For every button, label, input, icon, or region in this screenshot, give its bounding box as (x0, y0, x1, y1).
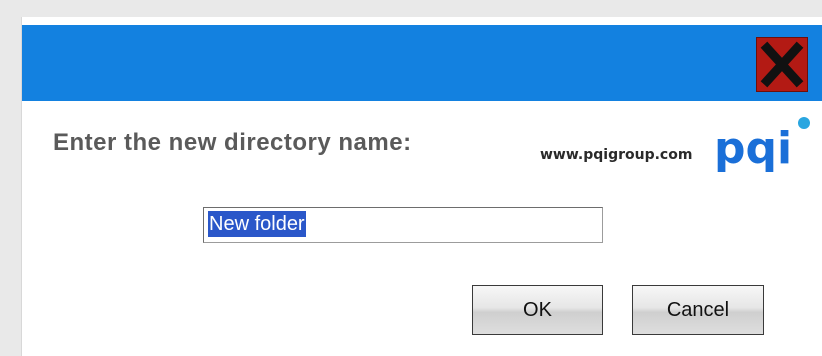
cancel-button[interactable]: Cancel (632, 285, 764, 335)
title-bar (22, 25, 822, 101)
directory-name-input[interactable] (203, 207, 603, 243)
close-x-icon (760, 41, 804, 88)
logo-dot (798, 117, 810, 129)
close-button[interactable] (756, 37, 808, 92)
pqi-logo-text: pqi (714, 123, 792, 174)
ok-button[interactable]: OK (472, 285, 603, 335)
brand-url: www.pqigroup.com (540, 147, 693, 163)
prompt-label: Enter the new directory name: (53, 129, 412, 156)
pqi-logo: pqi (714, 117, 810, 174)
new-directory-dialog: Enter the new directory name: www.pqigro… (21, 17, 822, 356)
